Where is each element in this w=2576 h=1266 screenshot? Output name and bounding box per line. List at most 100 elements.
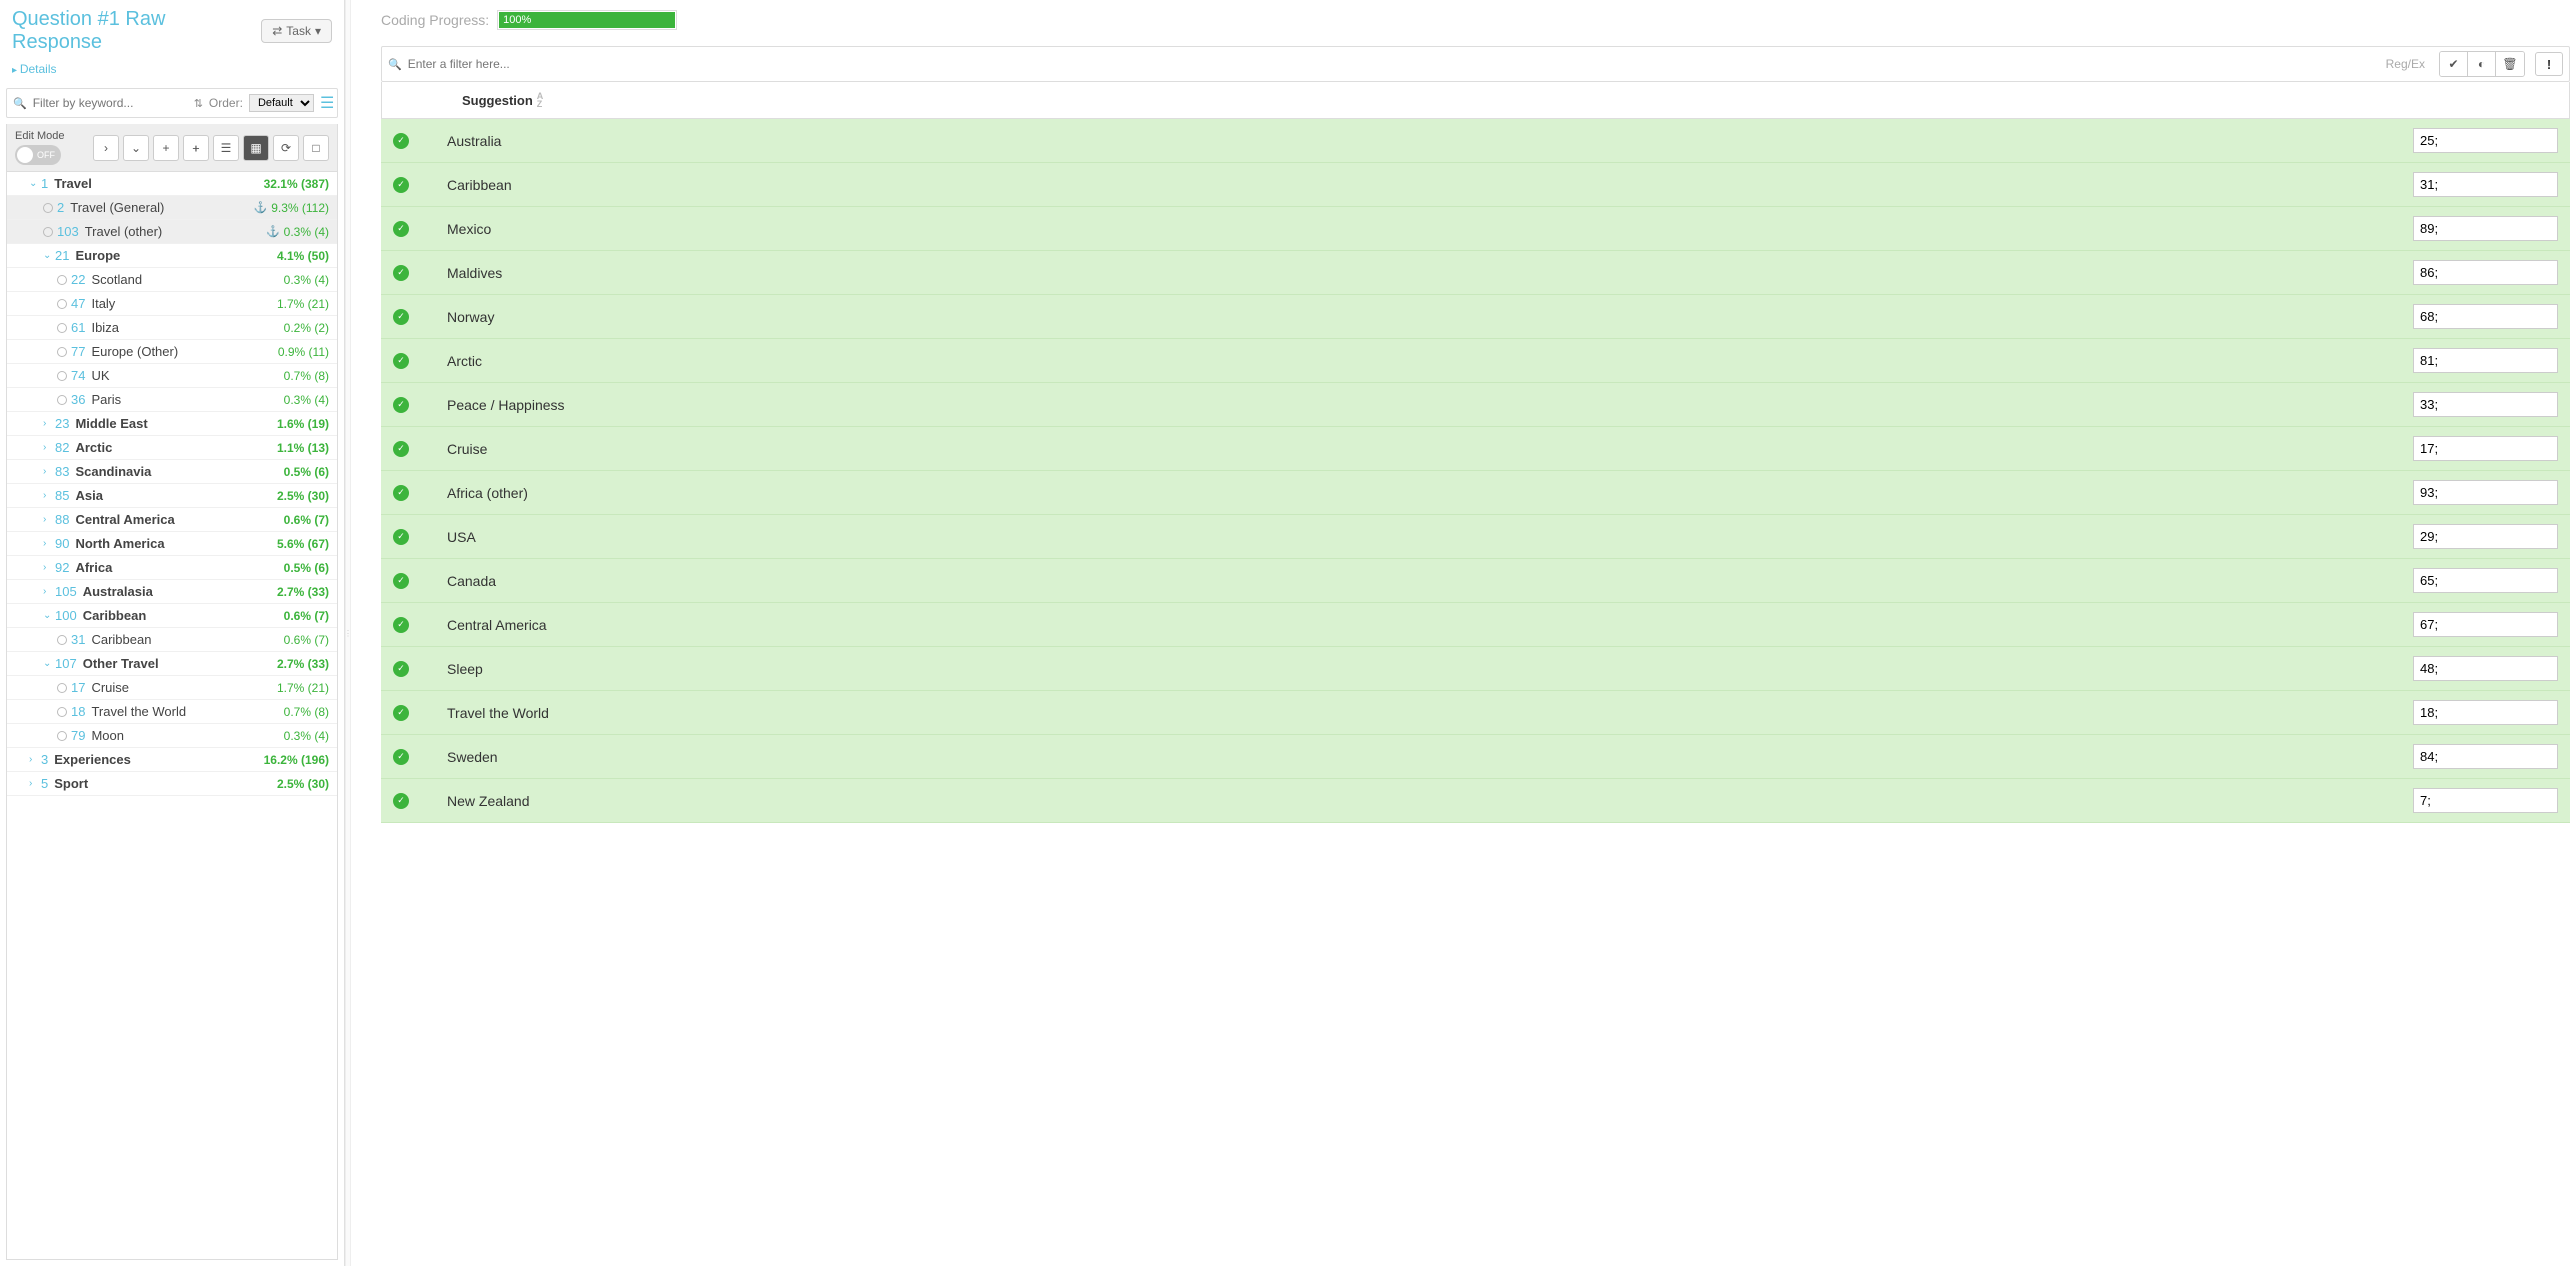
chevron-right-icon[interactable]: ›: [43, 442, 55, 453]
radio-icon[interactable]: [57, 707, 67, 717]
tree-row[interactable]: 47Italy1.7% (21): [7, 292, 337, 316]
suggestion-code-input[interactable]: [2413, 216, 2558, 241]
task-button[interactable]: ⇄ Task ▾: [261, 19, 332, 43]
tree-row[interactable]: ›105Australasia2.7% (33): [7, 580, 337, 604]
tree-row[interactable]: 2Travel (General)⚓9.3% (112): [7, 196, 337, 220]
delete-button[interactable]: 🗑: [2496, 52, 2524, 76]
suggestion-filter-input[interactable]: [408, 57, 2380, 71]
radio-icon[interactable]: [57, 635, 67, 645]
keyword-filter-input[interactable]: [33, 96, 188, 110]
tree-row[interactable]: ›85Asia2.5% (30): [7, 484, 337, 508]
tree-row[interactable]: ›82Arctic1.1% (13): [7, 436, 337, 460]
radio-icon[interactable]: [43, 203, 53, 213]
check-circle-icon[interactable]: ✓: [393, 133, 409, 149]
tree-row[interactable]: ⌄107Other Travel2.7% (33): [7, 652, 337, 676]
radio-icon[interactable]: [57, 299, 67, 309]
chevron-right-icon[interactable]: ›: [43, 586, 55, 597]
chevron-down-icon[interactable]: ⌄: [43, 250, 55, 261]
check-circle-icon[interactable]: ✓: [393, 793, 409, 809]
chevron-right-icon[interactable]: ›: [43, 538, 55, 549]
check-circle-icon[interactable]: ✓: [393, 309, 409, 325]
suggestion-row[interactable]: ✓Sweden: [381, 735, 2570, 779]
refresh-button[interactable]: ⟳: [273, 135, 299, 161]
suggestion-row[interactable]: ✓Norway: [381, 295, 2570, 339]
suggestion-row[interactable]: ✓Sleep: [381, 647, 2570, 691]
suggestion-row[interactable]: ✓Mexico: [381, 207, 2570, 251]
code-tree[interactable]: ⌄1Travel32.1% (387)2Travel (General)⚓9.3…: [6, 171, 338, 1260]
tree-row[interactable]: 79Moon0.3% (4): [7, 724, 337, 748]
add-button[interactable]: +: [153, 135, 179, 161]
suggestion-row[interactable]: ✓USA: [381, 515, 2570, 559]
tree-row[interactable]: ›90North America5.6% (67): [7, 532, 337, 556]
regex-label[interactable]: Reg/Ex: [2386, 57, 2425, 71]
tree-row[interactable]: ›88Central America0.6% (7): [7, 508, 337, 532]
suggestion-row[interactable]: ✓Africa (other): [381, 471, 2570, 515]
tree-row[interactable]: ›23Middle East1.6% (19): [7, 412, 337, 436]
chevron-right-icon[interactable]: ›: [43, 490, 55, 501]
chevron-down-icon[interactable]: ⌄: [43, 658, 55, 669]
radio-icon[interactable]: [57, 371, 67, 381]
check-circle-icon[interactable]: ✓: [393, 441, 409, 457]
check-circle-icon[interactable]: ✓: [393, 617, 409, 633]
tree-row[interactable]: ›5Sport2.5% (30): [7, 772, 337, 796]
suggestion-row[interactable]: ✓New Zealand: [381, 779, 2570, 823]
radio-icon[interactable]: [57, 323, 67, 333]
expand-right-button[interactable]: ›: [93, 135, 119, 161]
suggestion-header[interactable]: Suggestion AZ: [381, 82, 2570, 119]
suggestion-code-input[interactable]: [2413, 348, 2558, 373]
radio-icon[interactable]: [57, 275, 67, 285]
chevron-down-icon[interactable]: ⌄: [43, 610, 55, 621]
check-circle-icon[interactable]: ✓: [393, 661, 409, 677]
suggestion-row[interactable]: ✓Canada: [381, 559, 2570, 603]
grid-button[interactable]: ▦: [243, 135, 269, 161]
check-circle-icon[interactable]: ✓: [393, 265, 409, 281]
suggestion-code-input[interactable]: [2413, 788, 2558, 813]
suggestion-row[interactable]: ✓Australia: [381, 119, 2570, 163]
suggestion-row[interactable]: ✓Caribbean: [381, 163, 2570, 207]
tree-row[interactable]: ›83Scandinavia0.5% (6): [7, 460, 337, 484]
suggestion-row[interactable]: ✓Peace / Happiness: [381, 383, 2570, 427]
chevron-right-icon[interactable]: ›: [29, 778, 41, 789]
stop-button[interactable]: □: [303, 135, 329, 161]
tree-row[interactable]: 31Caribbean0.6% (7): [7, 628, 337, 652]
suggestion-code-input[interactable]: [2413, 524, 2558, 549]
details-link[interactable]: Details: [0, 62, 344, 82]
tree-row[interactable]: 77Europe (Other)0.9% (11): [7, 340, 337, 364]
suggestion-code-input[interactable]: [2413, 480, 2558, 505]
check-circle-icon[interactable]: ✓: [393, 749, 409, 765]
chevron-right-icon[interactable]: ›: [29, 754, 41, 765]
suggestion-code-input[interactable]: [2413, 128, 2558, 153]
check-circle-icon[interactable]: ✓: [393, 485, 409, 501]
check-circle-icon[interactable]: ✓: [393, 221, 409, 237]
order-select[interactable]: Default: [249, 94, 314, 112]
tree-row[interactable]: ›3Experiences16.2% (196): [7, 748, 337, 772]
check-circle-icon[interactable]: ✓: [393, 705, 409, 721]
radio-icon[interactable]: [43, 227, 53, 237]
toggle-button[interactable]: ◐: [2468, 52, 2496, 76]
check-all-button[interactable]: ✔: [2440, 52, 2468, 76]
suggestion-code-input[interactable]: [2413, 612, 2558, 637]
tree-row[interactable]: ›92Africa0.5% (6): [7, 556, 337, 580]
radio-icon[interactable]: [57, 347, 67, 357]
suggestion-code-input[interactable]: [2413, 656, 2558, 681]
tree-row[interactable]: 17Cruise1.7% (21): [7, 676, 337, 700]
list-button[interactable]: ☰: [213, 135, 239, 161]
suggestion-code-input[interactable]: [2413, 260, 2558, 285]
suggestion-code-input[interactable]: [2413, 172, 2558, 197]
tree-row[interactable]: 18Travel the World0.7% (8): [7, 700, 337, 724]
collapse-down-button[interactable]: ⌄: [123, 135, 149, 161]
chevron-right-icon[interactable]: ›: [43, 514, 55, 525]
suggestion-row[interactable]: ✓Cruise: [381, 427, 2570, 471]
suggestion-row[interactable]: ✓Central America: [381, 603, 2570, 647]
check-circle-icon[interactable]: ✓: [393, 353, 409, 369]
branch-button[interactable]: ᚐ: [183, 135, 209, 161]
tree-row[interactable]: 36Paris0.3% (4): [7, 388, 337, 412]
chevron-right-icon[interactable]: ›: [43, 562, 55, 573]
suggestion-code-input[interactable]: [2413, 700, 2558, 725]
suggestion-code-input[interactable]: [2413, 436, 2558, 461]
chevron-down-icon[interactable]: ⌄: [29, 178, 41, 189]
tree-row[interactable]: ⌄100Caribbean0.6% (7): [7, 604, 337, 628]
radio-icon[interactable]: [57, 395, 67, 405]
tree-row[interactable]: 61Ibiza0.2% (2): [7, 316, 337, 340]
tree-row[interactable]: 103Travel (other)⚓0.3% (4): [7, 220, 337, 244]
